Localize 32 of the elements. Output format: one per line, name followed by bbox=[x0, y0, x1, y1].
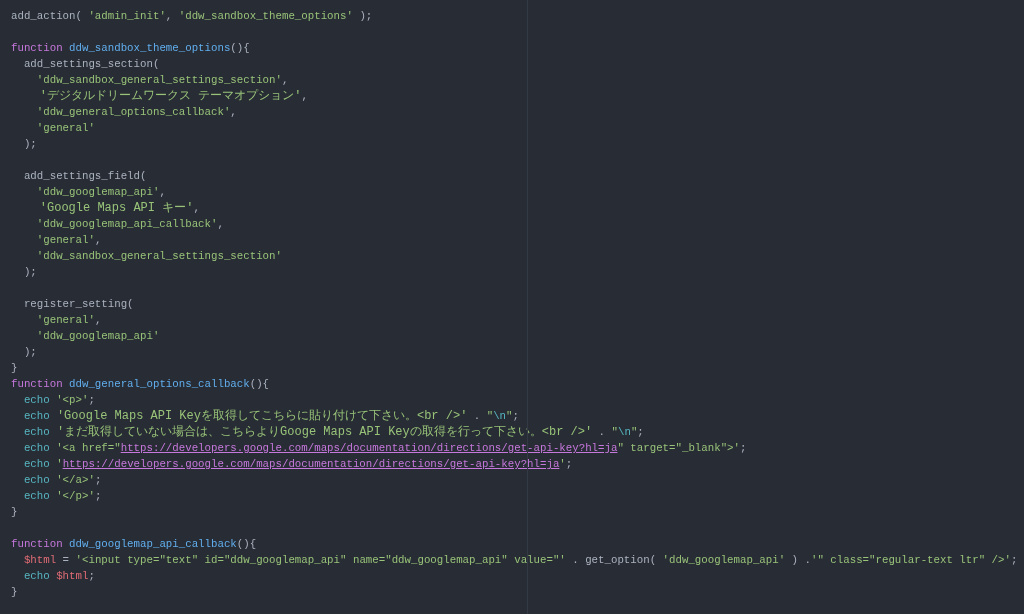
code-line: add_settings_section( bbox=[22, 58, 160, 70]
code-line: echo '<p>'; bbox=[22, 394, 95, 406]
code-line: echo 'https://developers.google.com/maps/documentation/directions/get-api-key?hl=ja'; bbox=[22, 458, 573, 470]
code-line: 'ddw_general_options_callback', bbox=[35, 106, 237, 118]
code-line: echo 'Google Maps API Keyを取得してこちらに貼り付けて下さい。<br />' . "\n"; bbox=[22, 410, 519, 422]
code-line: ); bbox=[22, 266, 37, 278]
code-line: 'ddw_googlemap_api', bbox=[35, 186, 166, 198]
code-line: 'general', bbox=[35, 234, 102, 246]
code-line: echo '<a href="https://developers.google.com/maps/documentation/directions/get-api-key?hl=ja" target="_blank">'; bbox=[22, 442, 747, 454]
code-line: register_setting( bbox=[22, 298, 134, 310]
code-line: } bbox=[11, 586, 18, 598]
code-line: ); bbox=[22, 138, 37, 150]
code-line: function ddw_general_options_callback(){ bbox=[11, 378, 270, 390]
code-line: 'general', bbox=[35, 314, 102, 326]
code-line: } bbox=[11, 506, 18, 518]
code-line: echo '</a>'; bbox=[22, 474, 102, 486]
code-line: echo $html; bbox=[22, 570, 95, 582]
code-line: 'general' bbox=[35, 122, 95, 134]
code-line: add_action( 'admin_init', 'ddw_sandbox_theme_options' ); bbox=[11, 10, 373, 22]
code-line: $html = '<input type="text" id="ddw_googlemap_api" name="ddw_googlemap_api" value="' . get_option( 'ddw_googlemap_api' ) .'" class="regular-text ltr" />'; bbox=[22, 554, 1018, 566]
code-line: 'ddw_googlemap_api' bbox=[35, 330, 160, 342]
code-line: add_settings_field( bbox=[22, 170, 147, 182]
code-line: 'ddw_sandbox_general_settings_section', bbox=[35, 74, 289, 86]
code-line: ); bbox=[22, 346, 37, 358]
code-line: 'Google Maps API キー', bbox=[38, 202, 200, 214]
code-line: function ddw_googlemap_api_callback(){ bbox=[11, 538, 257, 550]
code-line: 'デジタルドリームワークス テーマオプション', bbox=[38, 90, 308, 102]
code-line: 'ddw_sandbox_general_settings_section' bbox=[35, 250, 282, 262]
code-line: function ddw_sandbox_theme_options(){ bbox=[11, 42, 250, 54]
code-line: echo '</p>'; bbox=[22, 490, 102, 502]
code-line: 'ddw_googlemap_api_callback', bbox=[35, 218, 224, 230]
code-line: } bbox=[11, 362, 18, 374]
